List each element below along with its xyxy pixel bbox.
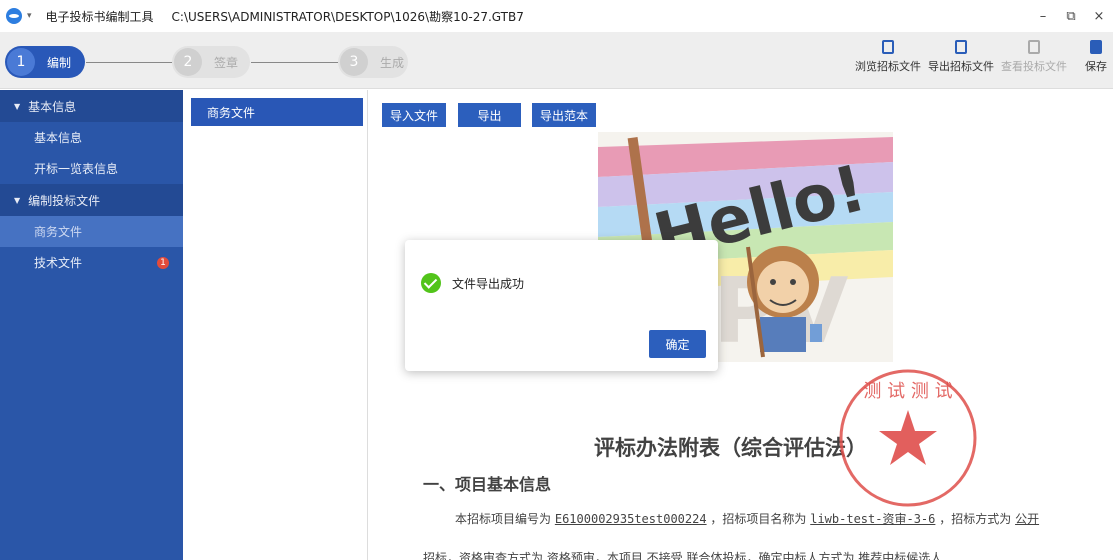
export-document-icon [955, 40, 967, 54]
sidebar-item-technical-file[interactable]: 技术文件 1 [0, 247, 183, 278]
step-label: 签章 [214, 55, 239, 70]
sidebar-item-label: 商务文件 [34, 225, 83, 239]
save-button[interactable]: 保存 [1085, 40, 1107, 74]
sidebar-item-label: 技术文件 [34, 256, 83, 270]
window-controls: – ⧉ × [1029, 0, 1113, 32]
sidebar-item-business-file[interactable]: 商务文件 [0, 216, 183, 247]
sidebar-group-basic[interactable]: ▼ 基本信息 [0, 90, 183, 122]
save-icon [1090, 40, 1102, 54]
collapse-arrow-icon: ▼ [14, 101, 21, 111]
step-label: 生成 [380, 55, 405, 70]
step-edit[interactable]: 1 编制 [5, 46, 85, 78]
tool-label: 保存 [1085, 60, 1107, 73]
step-number: 1 [7, 48, 35, 76]
top-tools: 浏览招标文件 导出招标文件 查看投标文件 保存 [848, 40, 1107, 74]
app-logo-icon [6, 8, 22, 24]
tool-label: 浏览招标文件 [855, 60, 921, 73]
step-connector [251, 62, 338, 63]
tool-label: 导出招标文件 [928, 60, 994, 73]
import-file-button[interactable]: 导入文件 [382, 103, 446, 127]
document-icon [882, 40, 894, 54]
app-title: 电子投标书编制工具 [45, 9, 154, 24]
confirm-button[interactable]: 确定 [649, 330, 706, 358]
browse-tender-button[interactable]: 浏览招标文件 [855, 40, 921, 74]
close-button[interactable]: × [1085, 9, 1113, 24]
minimize-button[interactable]: – [1029, 9, 1057, 24]
step-label: 编制 [47, 55, 72, 70]
sidebar-item-label: 基本信息 [34, 131, 83, 145]
file-path: C:\USERS\ADMINISTRATOR\DESKTOP\1026\勘察10… [171, 9, 524, 24]
sidebar-group-compile[interactable]: ▼ 编制投标文件 [0, 184, 183, 216]
step-generate[interactable]: 3 生成 [338, 46, 408, 78]
sidebar-group-label: 基本信息 [28, 99, 77, 114]
collapse-arrow-icon: ▼ [14, 195, 21, 205]
sidebar-item-opening-info[interactable]: 开标一览表信息 [0, 153, 183, 184]
sidebar-group-label: 编制投标文件 [28, 193, 101, 208]
dialog-message: 文件导出成功 [452, 277, 525, 291]
file-list-panel: 商务文件 [183, 90, 368, 560]
error-count-badge: 1 [157, 256, 169, 269]
export-button[interactable]: 导出 [458, 103, 521, 127]
sidebar-item-basic-info[interactable]: 基本信息 [0, 122, 183, 153]
step-number: 3 [340, 48, 368, 76]
step-number: 2 [174, 48, 202, 76]
step-connector [86, 62, 172, 63]
restore-button[interactable]: ⧉ [1057, 9, 1085, 24]
step-sign[interactable]: 2 签章 [172, 46, 250, 78]
success-check-icon [421, 273, 441, 293]
export-tender-button[interactable]: 导出招标文件 [928, 40, 994, 74]
sidebar: ▼ 基本信息 基本信息 开标一览表信息 ▼ 编制投标文件 商务文件 技术文件 1 [0, 90, 183, 560]
title-bar: ▾ 电子投标书编制工具 C:\USERS\ADMINISTRATOR\DESKT… [0, 0, 1113, 32]
file-item-label: 商务文件 [207, 105, 256, 120]
export-success-dialog: 文件导出成功 确定 [405, 240, 718, 371]
file-item-business[interactable]: 商务文件 [191, 98, 363, 126]
editor-toolbar: 导入文件 导出 导出范本 [373, 90, 1113, 132]
view-bid-button[interactable]: 查看投标文件 [1001, 40, 1067, 74]
app-menu-caret-icon[interactable]: ▾ [27, 11, 32, 21]
tool-label: 查看投标文件 [1001, 60, 1067, 73]
view-document-icon [1028, 40, 1040, 54]
export-sample-button[interactable]: 导出范本 [532, 103, 596, 127]
sidebar-item-label: 开标一览表信息 [34, 162, 119, 176]
